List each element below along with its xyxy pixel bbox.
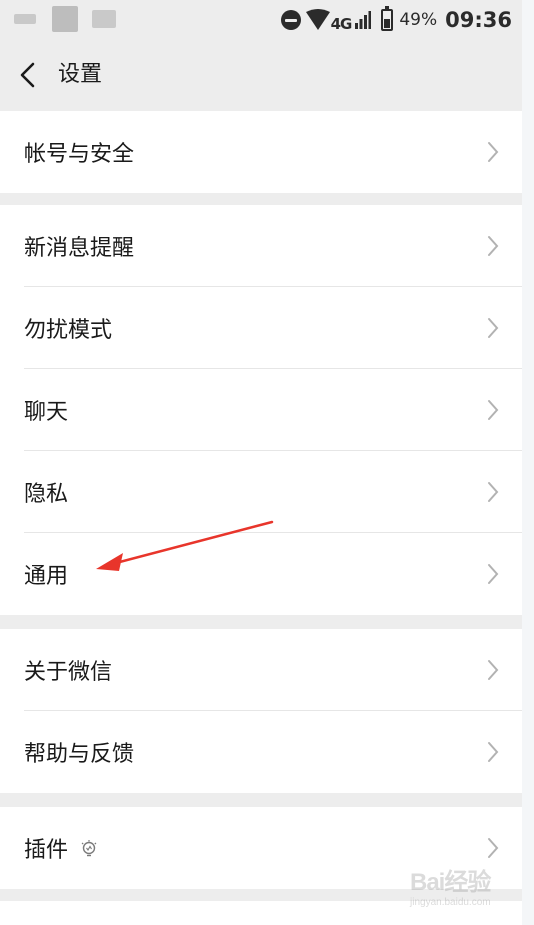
do-not-disturb-icon [280, 10, 301, 30]
settings-item-label: 通用 [24, 564, 69, 589]
chevron-right-icon [488, 838, 499, 858]
lightbulb-icon [81, 840, 97, 857]
watermark-logo-text: Bai经验 [410, 869, 491, 896]
chevron-right-icon [488, 742, 499, 762]
settings-item-label: 插件 [24, 838, 69, 863]
settings-item-privacy[interactable]: 隐私 [0, 451, 522, 533]
settings-item-account-security[interactable]: 帐号与安全 [0, 111, 522, 193]
settings-screen: 4G 49% 09:36 设置 帐号与安全 新消息提醒 勿扰模式 聊天 隐私 通… [0, 0, 522, 925]
settings-item-help-feedback[interactable]: 帮助与反馈 [0, 711, 522, 793]
page-title: 设置 [58, 62, 103, 87]
chevron-right-icon [488, 660, 499, 680]
status-time: 09:36 [445, 8, 512, 32]
settings-item-label: 隐私 [24, 482, 69, 507]
screen-edge [522, 0, 534, 925]
settings-item-label: 帮助与反馈 [24, 742, 135, 767]
settings-item-new-message-alerts[interactable]: 新消息提醒 [0, 205, 522, 287]
chevron-right-icon [488, 482, 499, 502]
chevron-right-icon [488, 564, 499, 584]
settings-item-label: 关于微信 [24, 660, 113, 685]
wifi-icon [305, 9, 330, 30]
settings-item-general[interactable]: 通用 [0, 533, 522, 615]
watermark-url: jingyan.baidu.com [410, 897, 491, 908]
settings-item-label: 聊天 [24, 400, 69, 425]
navigation-bar: 设置 [0, 40, 522, 110]
back-arrow-icon[interactable] [14, 60, 42, 90]
settings-group-about: 关于微信 帮助与反馈 [0, 629, 522, 793]
blurred-notification-icon [92, 10, 116, 28]
chevron-right-icon [488, 236, 499, 256]
status-indicators: 4G 49% 09:36 [280, 6, 512, 33]
chevron-right-icon [488, 142, 499, 162]
settings-group-account: 帐号与安全 [0, 111, 522, 193]
battery-icon [381, 6, 394, 31]
battery-percentage: 49% [399, 10, 438, 30]
blurred-notification-icon [52, 6, 78, 32]
baidu-watermark: Bai经验 jingyan.baidu.com [410, 862, 510, 912]
status-bar: 4G 49% 09:36 [0, 0, 522, 40]
signal-strength-icon [355, 11, 372, 29]
settings-item-about-wechat[interactable]: 关于微信 [0, 629, 522, 711]
chevron-right-icon [488, 318, 499, 338]
network-type-label: 4G [330, 15, 353, 33]
settings-group-general: 新消息提醒 勿扰模式 聊天 隐私 通用 [0, 205, 522, 615]
settings-item-label: 新消息提醒 [24, 236, 135, 261]
settings-item-do-not-disturb[interactable]: 勿扰模式 [0, 287, 522, 369]
settings-item-label: 勿扰模式 [24, 318, 113, 343]
blurred-notification-icon [14, 14, 36, 24]
chevron-right-icon [488, 400, 499, 420]
settings-item-chat[interactable]: 聊天 [0, 369, 522, 451]
settings-item-label: 帐号与安全 [24, 142, 135, 167]
